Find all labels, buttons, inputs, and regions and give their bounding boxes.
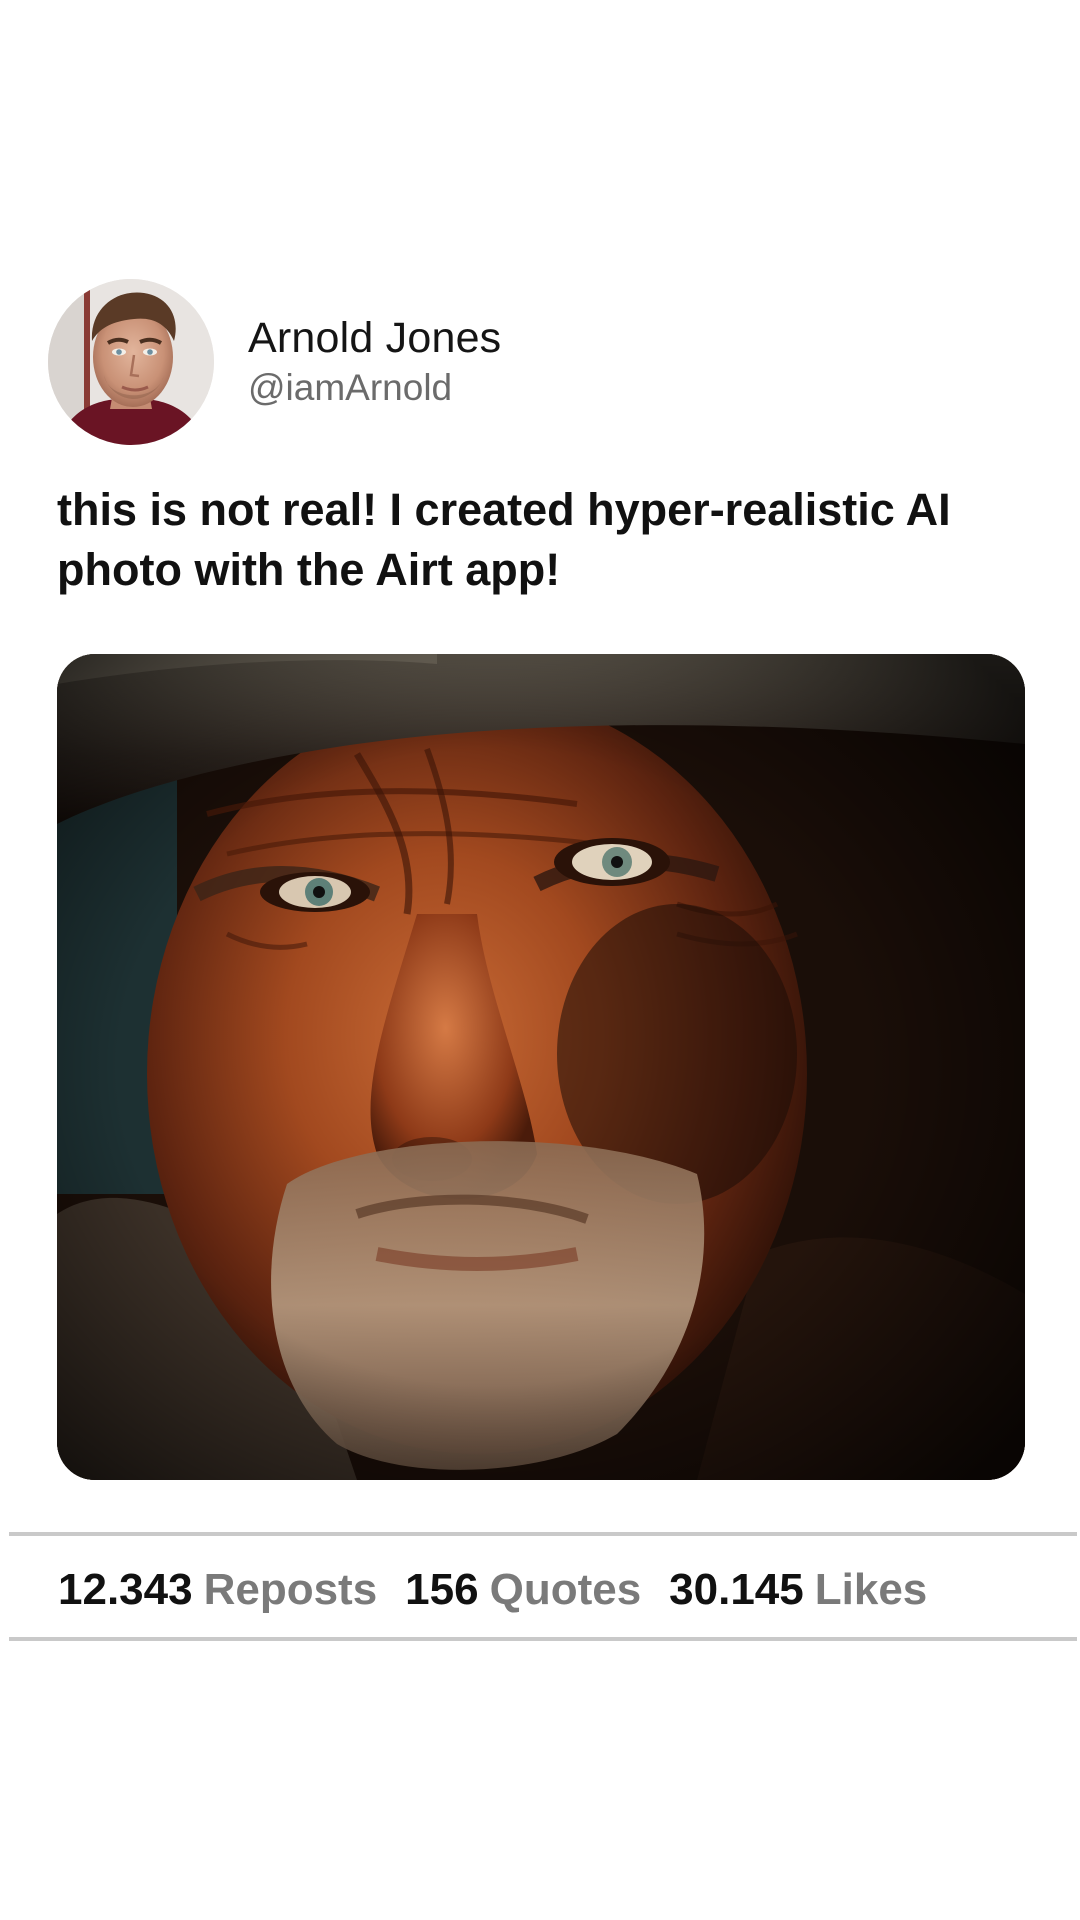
engagement-stats: 12.343 Reposts 156 Quotes 30.145 Likes	[58, 1560, 955, 1620]
quotes-label: Quotes	[489, 1565, 642, 1614]
stat-likes[interactable]: 30.145 Likes	[669, 1560, 927, 1620]
stat-quotes[interactable]: 156 Quotes	[405, 1560, 641, 1620]
post-text: this is not real! I created hyper-realis…	[57, 484, 951, 595]
reposts-count: 12.343	[58, 1565, 193, 1614]
divider-bottom	[9, 1637, 1077, 1641]
avatar-portrait	[48, 279, 214, 445]
reposts-label: Reposts	[203, 1565, 378, 1614]
post-image[interactable]	[57, 654, 1025, 1480]
post-header: Arnold Jones @iamArnold	[48, 278, 501, 446]
likes-count: 30.145	[669, 1565, 804, 1614]
author-handle[interactable]: @iamArnold	[248, 365, 501, 411]
author-name[interactable]: Arnold Jones	[248, 313, 501, 363]
quotes-count: 156	[405, 1565, 479, 1614]
stat-reposts[interactable]: 12.343 Reposts	[58, 1560, 377, 1620]
divider-top	[9, 1532, 1077, 1536]
user-info: Arnold Jones @iamArnold	[248, 313, 501, 411]
portrait-photo	[57, 654, 1025, 1480]
post-card: Arnold Jones @iamArnold this is not real…	[0, 0, 1080, 1920]
likes-label: Likes	[814, 1565, 928, 1614]
avatar[interactable]	[48, 279, 214, 445]
